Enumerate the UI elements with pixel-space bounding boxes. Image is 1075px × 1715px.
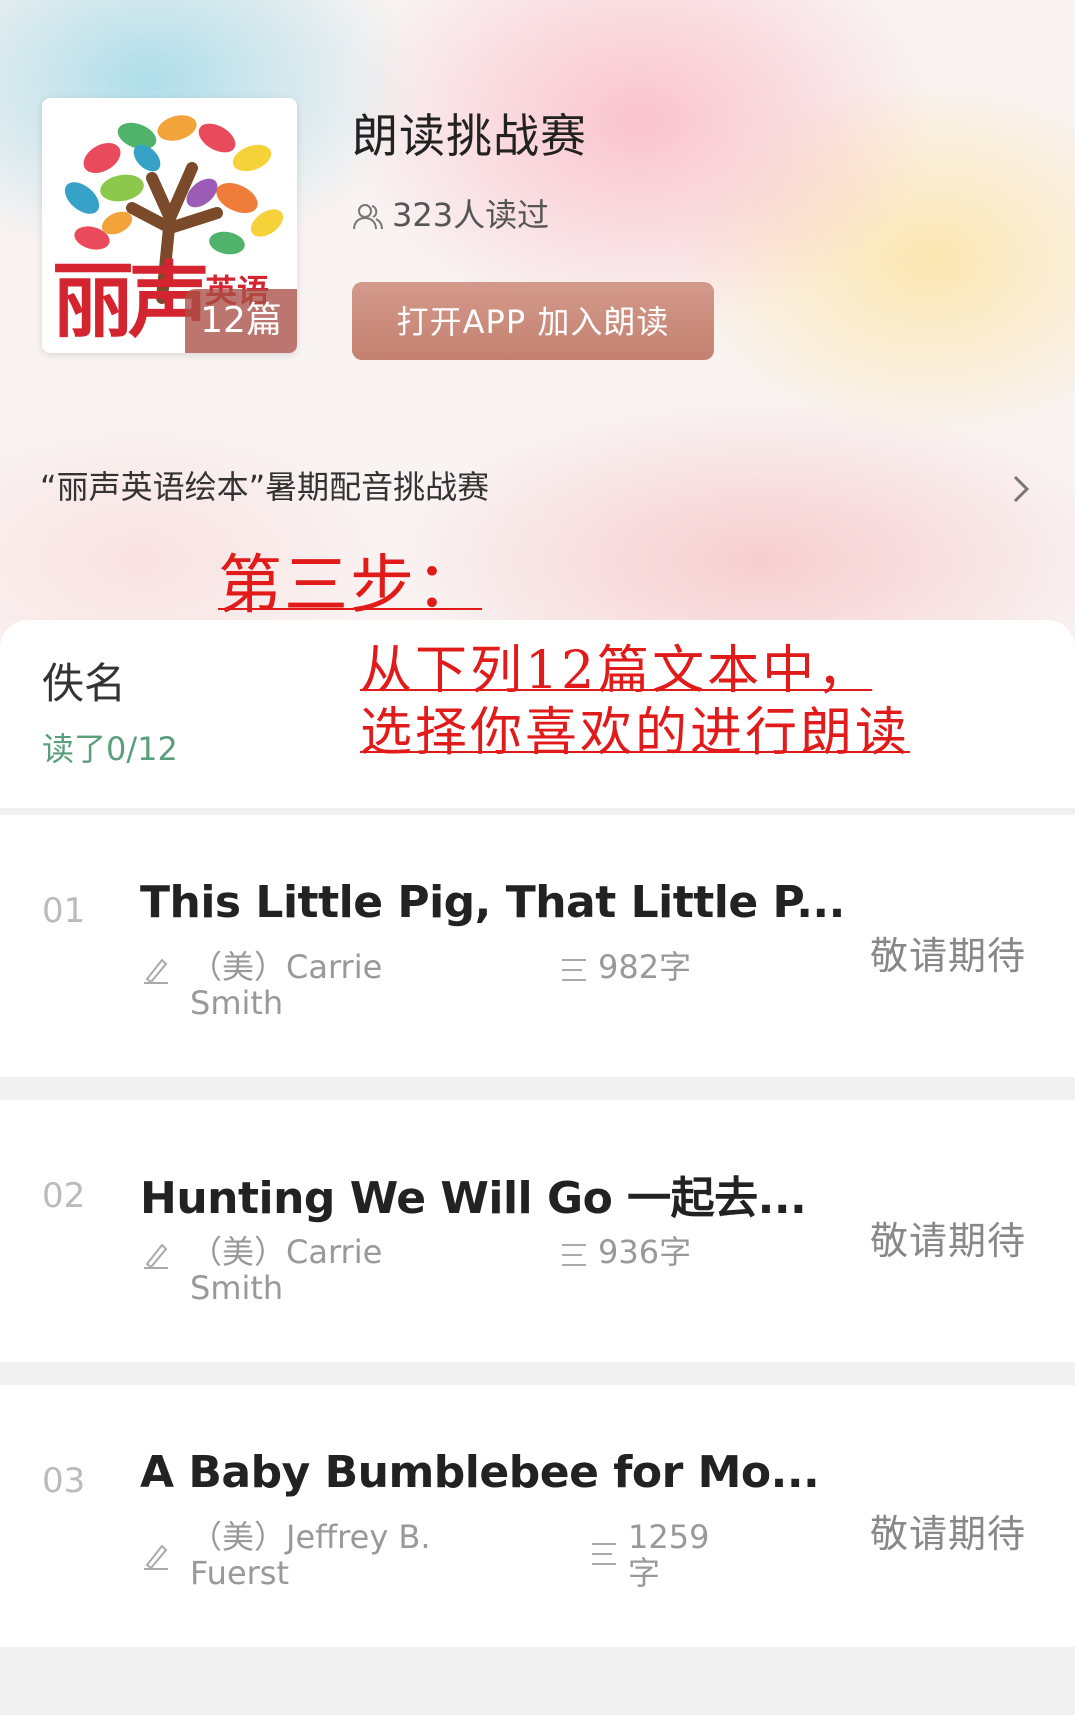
- item-author: （美）Carrie Smith: [190, 1233, 383, 1307]
- annotation-line-1: 从下列12篇文本中，: [360, 641, 873, 701]
- cover-logo-text: 丽声: [52, 253, 210, 349]
- readers-count: 323人读过: [352, 193, 549, 237]
- item-status: 敬请期待: [870, 934, 1027, 978]
- readers-text: 323人读过: [392, 196, 550, 234]
- open-app-button[interactable]: 打开APP 加入朗读: [352, 282, 714, 360]
- item-word-count: 936字: [598, 1233, 692, 1271]
- count-badge: 12篇: [185, 289, 297, 353]
- item-number: 01: [42, 891, 86, 931]
- book-cover[interactable]: 丽声 英语 12篇: [42, 98, 297, 353]
- list-item[interactable]: 02 Hunting We Will Go 一起去... （美）Carrie S…: [0, 1100, 1075, 1362]
- readers-icon: [353, 204, 383, 230]
- item-word-count: 1259字: [628, 1518, 710, 1592]
- item-number: 03: [42, 1461, 86, 1501]
- pen-icon: [144, 1544, 168, 1570]
- item-status: 敬请期待: [870, 1512, 1027, 1556]
- chevron-right-icon[interactable]: [1012, 474, 1030, 504]
- item-word-count: 982字: [598, 948, 692, 986]
- lines-icon: [562, 959, 586, 981]
- reader-name: 佚名: [42, 659, 127, 708]
- lines-icon: [592, 1543, 616, 1565]
- item-number: 02: [42, 1176, 86, 1216]
- item-title: A Baby Bumblebee for Mo...: [140, 1447, 820, 1498]
- item-author: （美）Jeffrey B. Fuerst: [190, 1518, 431, 1592]
- item-author: （美）Carrie Smith: [190, 948, 383, 1022]
- annotation-line-2: 选择你喜欢的进行朗读: [360, 703, 911, 763]
- annotation-step: 第三步：: [218, 549, 482, 623]
- item-title: Hunting We Will Go 一起去...: [140, 1173, 807, 1224]
- description-link[interactable]: “丽声英语绘本”暑期配音挑战赛: [40, 462, 489, 508]
- pen-icon: [144, 958, 168, 984]
- pen-icon: [144, 1243, 168, 1269]
- list-item[interactable]: 03 A Baby Bumblebee for Mo... （美）Jeffrey…: [0, 1385, 1075, 1647]
- item-status: 敬请期待: [870, 1219, 1027, 1263]
- page-title: 朗读挑战赛: [352, 109, 587, 163]
- reading-progress: 读了0/12: [42, 730, 178, 768]
- annotation-note: 从下列12篇文本中， 选择你喜欢的进行朗读: [360, 640, 910, 764]
- item-title: This Little Pig, That Little P...: [140, 877, 845, 928]
- list-item[interactable]: 01 This Little Pig, That Little P... （美）…: [0, 815, 1075, 1077]
- lines-icon: [562, 1244, 586, 1266]
